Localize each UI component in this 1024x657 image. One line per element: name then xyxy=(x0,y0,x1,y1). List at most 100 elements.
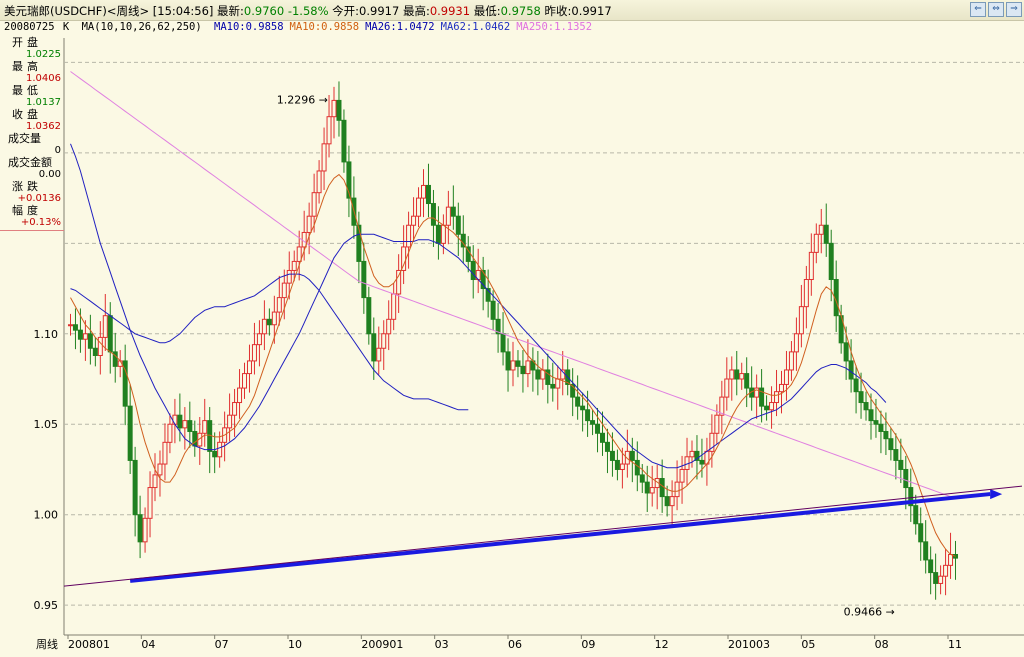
ma-legend-item: MA250:1.1352 xyxy=(516,21,593,33)
candle-body xyxy=(918,523,924,543)
candle-body xyxy=(575,396,581,407)
quote-label: 最高 xyxy=(12,60,42,73)
trendline-arrow xyxy=(990,489,1003,500)
candle-body xyxy=(182,420,188,429)
prev-window-icon[interactable]: ⇐ xyxy=(970,2,986,17)
candle-body xyxy=(788,351,794,371)
quote-label: 成交量 xyxy=(8,132,41,145)
candle-body xyxy=(774,391,780,404)
candle-body xyxy=(251,344,257,362)
candle-body xyxy=(699,459,705,465)
support-line xyxy=(63,485,1023,587)
candle-body xyxy=(425,184,431,205)
candle-body xyxy=(67,324,73,327)
candle-body xyxy=(764,405,770,411)
candle-body xyxy=(649,487,655,494)
candle-body xyxy=(823,224,829,244)
ma-legend-item: MA26:1.0472 xyxy=(365,21,435,33)
candle-body xyxy=(386,318,392,335)
quote-panel: 开盘 1.0225 最高 1.0406 最低 1.0137 收盘 1.0362 成交量 0 成交金额… xyxy=(0,37,64,231)
candle-body xyxy=(421,184,427,199)
candle-body xyxy=(316,170,322,194)
candle-body xyxy=(933,572,939,584)
x-tick-label: 04 xyxy=(141,638,155,651)
candle-body xyxy=(659,478,665,498)
candle-body xyxy=(744,373,750,389)
candle-body xyxy=(396,269,402,295)
candle-body xyxy=(286,269,292,284)
candle-body xyxy=(281,282,287,299)
candle-body xyxy=(366,297,372,335)
x-tick-label: 11 xyxy=(948,638,962,651)
ma-legend-item: MA10:0.9858 xyxy=(214,21,284,33)
candle-body xyxy=(808,251,814,281)
candle-body xyxy=(928,559,934,574)
quote-label: 幅度 xyxy=(12,204,42,217)
candle-body xyxy=(102,315,108,338)
restore-window-icon[interactable]: ⇔ xyxy=(988,2,1004,17)
period-label: 周线 xyxy=(36,637,58,651)
candle-body xyxy=(505,351,511,371)
ma-legend-item: MA62:1.0462 xyxy=(440,21,511,33)
candle-body xyxy=(77,329,83,340)
candle-body xyxy=(152,474,158,489)
candle-body xyxy=(923,541,929,561)
trendline xyxy=(129,492,991,583)
price-chart[interactable]: 0.95 1.00 1.05 1.10 1.2296 → 0.9466 → 200801 04… xyxy=(0,0,1024,657)
low-label: 最低: xyxy=(473,4,501,18)
candle-body xyxy=(669,496,675,507)
x-tick-label: 06 xyxy=(508,638,522,651)
k-label: K xyxy=(62,21,70,33)
candle-body xyxy=(490,300,496,320)
candle-body xyxy=(276,297,282,313)
quote-label: 收盘 xyxy=(12,108,42,121)
open-value: 0.9917 xyxy=(359,4,400,18)
time-label: [15:04:56] xyxy=(152,4,214,18)
price-annotation: 1.2296 → xyxy=(277,93,328,106)
candle-body xyxy=(326,116,332,145)
candle-body xyxy=(590,420,596,425)
candle-body xyxy=(256,333,262,346)
candle-body xyxy=(674,481,680,498)
latest-label: 最新: xyxy=(217,4,244,18)
candle-body xyxy=(376,347,382,362)
title-bar: 美元瑞郎(USDCHF)<周线> [15:04:56] 最新:0.9760 -1… xyxy=(0,0,1024,21)
candle-body xyxy=(948,553,954,566)
x-tick-label: 08 xyxy=(875,638,889,651)
candle-body xyxy=(391,293,397,320)
candle-body xyxy=(595,423,601,434)
candle-body xyxy=(739,373,745,380)
candle-body xyxy=(435,224,441,244)
candle-body xyxy=(177,414,183,429)
candle-body xyxy=(943,564,949,577)
candle-body xyxy=(898,459,904,470)
candle-body xyxy=(629,450,635,461)
candle-body xyxy=(242,373,248,389)
date-label: 20080725 xyxy=(4,21,55,33)
candle-body xyxy=(266,318,272,326)
candle-body xyxy=(863,402,869,411)
candle-body xyxy=(535,369,541,380)
next-window-icon[interactable]: ⇒ xyxy=(1006,2,1022,17)
candle-body xyxy=(147,487,153,519)
candle-body xyxy=(232,402,238,416)
candle-body xyxy=(301,231,307,248)
candle-body xyxy=(137,514,143,543)
latest-value: 0.9760 xyxy=(243,4,285,18)
candle-body xyxy=(913,505,919,525)
candle-body xyxy=(818,224,824,235)
candle-body xyxy=(868,409,874,422)
candle-body xyxy=(520,365,526,375)
candle-body xyxy=(639,474,645,483)
candle-body xyxy=(515,360,521,367)
candle-body xyxy=(227,414,233,429)
candle-body xyxy=(848,360,854,380)
change-pct: -1.58% xyxy=(287,4,329,18)
candle-body xyxy=(430,203,436,226)
candle-body xyxy=(798,306,804,335)
candle-body xyxy=(793,333,799,353)
candle-body xyxy=(803,279,809,308)
candle-body xyxy=(664,496,670,507)
x-tick-label: 10 xyxy=(288,638,302,651)
candle-body xyxy=(644,481,650,494)
